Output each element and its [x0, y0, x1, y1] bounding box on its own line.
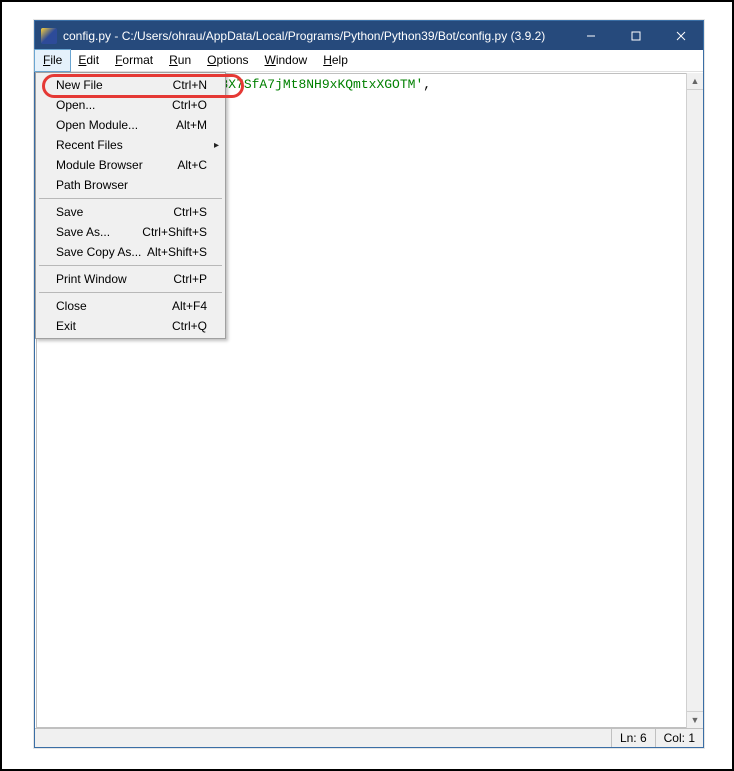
- menu-item-recent-files[interactable]: Recent Files: [38, 135, 223, 155]
- menu-item-label: Save: [56, 205, 173, 219]
- menu-separator: [39, 198, 222, 199]
- menu-separator: [39, 292, 222, 293]
- scroll-down-arrow[interactable]: ▼: [687, 711, 703, 728]
- close-button[interactable]: [658, 21, 703, 50]
- menu-separator: [39, 265, 222, 266]
- menu-item-shortcut: Alt+F4: [172, 299, 207, 313]
- menu-edit[interactable]: Edit: [70, 50, 107, 71]
- menu-item-shortcut: Ctrl+Q: [172, 319, 207, 333]
- menu-item-shortcut: Alt+M: [176, 118, 207, 132]
- menu-item-shortcut: Ctrl+Shift+S: [142, 225, 207, 239]
- status-col: Col: 1: [655, 729, 703, 747]
- window-controls: [568, 21, 703, 50]
- menu-item-shortcut: Ctrl+O: [172, 98, 207, 112]
- menu-item-label: Save As...: [56, 225, 142, 239]
- menu-format[interactable]: Format: [107, 50, 161, 71]
- menu-item-label: Print Window: [56, 272, 173, 286]
- menu-run[interactable]: Run: [161, 50, 199, 71]
- menu-item-label: Close: [56, 299, 172, 313]
- menu-item-print-window[interactable]: Print WindowCtrl+P: [38, 269, 223, 289]
- app-window: config.py - C:/Users/ohrau/AppData/Local…: [34, 20, 704, 748]
- menu-item-exit[interactable]: ExitCtrl+Q: [38, 316, 223, 336]
- file-menu-dropdown: New FileCtrl+NOpen...Ctrl+OOpen Module..…: [35, 72, 226, 339]
- vertical-scrollbar[interactable]: ▲ ▼: [686, 73, 703, 728]
- menu-item-label: Module Browser: [56, 158, 177, 172]
- menu-item-module-browser[interactable]: Module BrowserAlt+C: [38, 155, 223, 175]
- menu-item-shortcut: Alt+Shift+S: [147, 245, 207, 259]
- menu-item-label: New File: [56, 78, 173, 92]
- menu-item-label: Save Copy As...: [56, 245, 147, 259]
- app-icon: [41, 28, 57, 44]
- menu-options[interactable]: Options: [199, 50, 256, 71]
- menu-item-save-copy-as[interactable]: Save Copy As...Alt+Shift+S: [38, 242, 223, 262]
- menu-window[interactable]: Window: [257, 50, 316, 71]
- statusbar: Ln: 6 Col: 1: [35, 728, 703, 747]
- menu-item-shortcut: Ctrl+N: [173, 78, 207, 92]
- menu-item-close[interactable]: CloseAlt+F4: [38, 296, 223, 316]
- menu-item-path-browser[interactable]: Path Browser: [38, 175, 223, 195]
- code-text: ,: [423, 77, 431, 92]
- menu-item-shortcut: Ctrl+P: [173, 272, 207, 286]
- menu-item-save[interactable]: SaveCtrl+S: [38, 202, 223, 222]
- menu-file[interactable]: File: [35, 50, 70, 71]
- menu-item-label: Open...: [56, 98, 172, 112]
- menu-help[interactable]: Help: [315, 50, 356, 71]
- titlebar[interactable]: config.py - C:/Users/ohrau/AppData/Local…: [35, 21, 703, 50]
- menu-item-open[interactable]: Open...Ctrl+O: [38, 95, 223, 115]
- status-line: Ln: 6: [611, 729, 655, 747]
- menu-item-label: Open Module...: [56, 118, 176, 132]
- window-title: config.py - C:/Users/ohrau/AppData/Local…: [63, 29, 568, 43]
- menu-item-shortcut: Ctrl+S: [173, 205, 207, 219]
- menubar: FileEditFormatRunOptionsWindowHelp New F…: [35, 50, 703, 72]
- menu-item-new-file[interactable]: New FileCtrl+N: [38, 75, 223, 95]
- menu-item-label: Exit: [56, 319, 172, 333]
- minimize-button[interactable]: [568, 21, 613, 50]
- scroll-up-arrow[interactable]: ▲: [687, 73, 703, 90]
- menu-item-save-as[interactable]: Save As...Ctrl+Shift+S: [38, 222, 223, 242]
- menu-item-label: Path Browser: [56, 178, 207, 192]
- menu-item-open-module[interactable]: Open Module...Alt+M: [38, 115, 223, 135]
- maximize-button[interactable]: [613, 21, 658, 50]
- menu-item-label: Recent Files: [56, 138, 207, 152]
- menu-item-shortcut: Alt+C: [177, 158, 207, 172]
